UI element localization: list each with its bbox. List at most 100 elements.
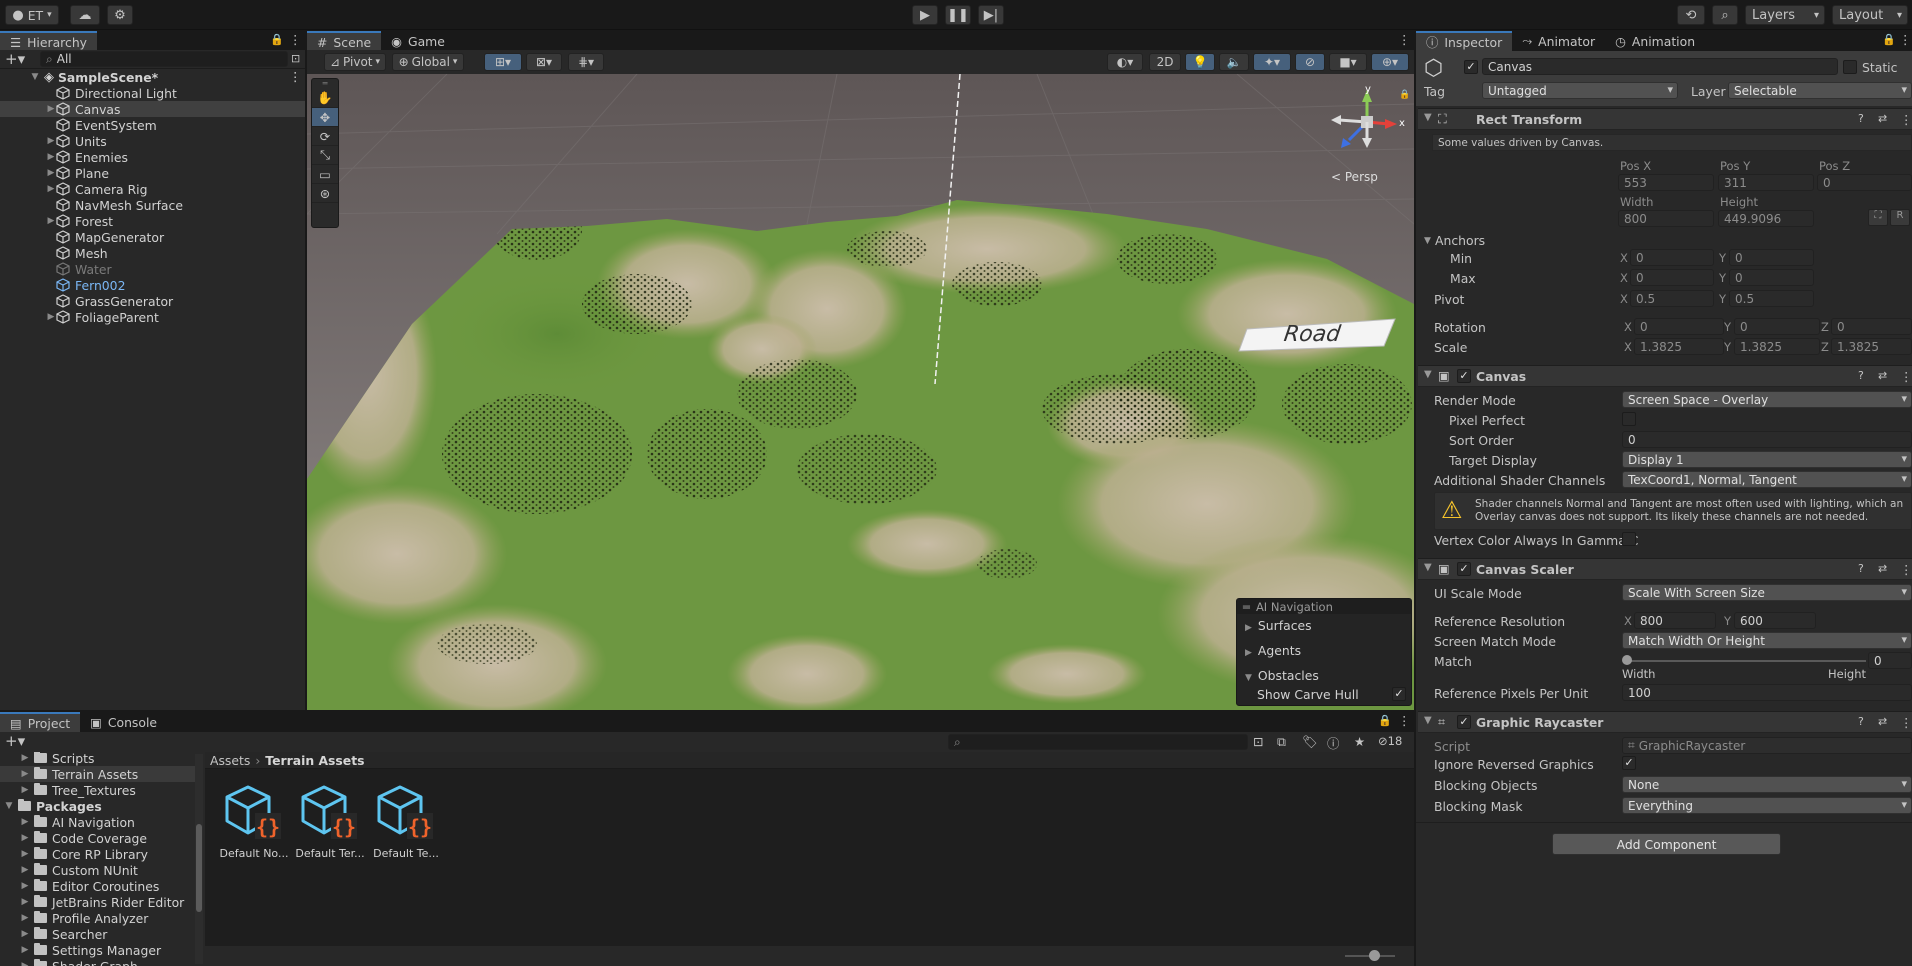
tag-dropdown[interactable]: Untagged: [1482, 82, 1678, 99]
asset-tile[interactable]: {} Default Ter...: [294, 783, 366, 860]
add-icon[interactable]: +▾: [5, 732, 25, 750]
camera-dropdown[interactable]: ■▾: [1329, 53, 1367, 71]
layout-dropdown[interactable]: Layout ▾: [1832, 5, 1908, 25]
tab-animator[interactable]: ⤳ Animator: [1512, 31, 1605, 51]
chevron-right-icon[interactable]: ▶: [46, 216, 56, 226]
project-folder-item[interactable]: ▶ Settings Manager: [0, 942, 195, 958]
info-icon[interactable]: ⓘ: [1327, 734, 1339, 752]
hierarchy-item[interactable]: ▶ Forest: [0, 213, 305, 229]
kebab-menu-icon[interactable]: ⋮: [1398, 713, 1410, 728]
scale-y-field[interactable]: 1.3825: [1734, 338, 1820, 355]
hierarchy-item[interactable]: NavMesh Surface: [0, 197, 305, 213]
blocking-mask-dropdown[interactable]: Everything: [1622, 797, 1912, 814]
history-button[interactable]: ⟲: [1677, 5, 1705, 25]
preset-icon[interactable]: ⇄: [1878, 369, 1887, 382]
play-button[interactable]: ▶: [912, 5, 938, 25]
scrollbar-thumb[interactable]: [196, 824, 202, 912]
script-field[interactable]: ⌗ GraphicRaycaster: [1622, 737, 1912, 754]
grid-snap-button[interactable]: ⊞▾: [484, 53, 522, 71]
project-folder-item[interactable]: ▼ Packages: [0, 798, 195, 814]
ignore-reversed-checkbox[interactable]: ✓: [1622, 756, 1636, 770]
snap-increment-button[interactable]: ⊠▾: [526, 53, 562, 71]
rotation-x-field[interactable]: 0: [1634, 318, 1724, 335]
canvas-scaler-header[interactable]: ▼ ▣ ✓ Canvas Scaler ? ⇄ ⋮: [1418, 558, 1912, 580]
cloud-button[interactable]: ☁: [70, 5, 100, 25]
chevron-right-icon[interactable]: ▶: [20, 833, 30, 843]
gizmos-dropdown[interactable]: ⊕▾: [1371, 53, 1409, 71]
star-icon[interactable]: ★: [1354, 734, 1365, 749]
project-folder-item[interactable]: ▶ Scripts: [0, 752, 195, 766]
reference-y-field[interactable]: 600: [1734, 612, 1816, 629]
canvas-enabled-checkbox[interactable]: ✓: [1457, 369, 1471, 383]
raycaster-enabled-checkbox[interactable]: ✓: [1457, 715, 1471, 729]
tab-game[interactable]: ◉ Game: [381, 31, 455, 51]
overlay-header[interactable]: ═ AI Navigation: [1237, 599, 1411, 614]
hierarchy-item[interactable]: MapGenerator: [0, 229, 305, 245]
chevron-right-icon[interactable]: ▶: [20, 753, 30, 763]
object-name-field[interactable]: Canvas: [1482, 58, 1838, 75]
tab-scene[interactable]: # Scene: [307, 31, 382, 51]
hidden-packages-toggle[interactable]: ⊘18: [1378, 734, 1402, 748]
effects-dropdown[interactable]: ✦▾: [1253, 53, 1291, 71]
pivot-x-field[interactable]: 0.5: [1630, 290, 1714, 307]
preset-icon[interactable]: ⇄: [1878, 562, 1887, 575]
match-slider-thumb[interactable]: [1622, 655, 1632, 665]
overlay-agents[interactable]: ▶ Agents: [1245, 643, 1301, 658]
project-folder-item[interactable]: ▶ Code Coverage: [0, 830, 195, 846]
posx-field[interactable]: 553: [1618, 174, 1714, 191]
filter-label-icon[interactable]: ⧉: [1277, 734, 1286, 750]
project-folder-item[interactable]: ▶ Core RP Library: [0, 846, 195, 862]
kebab-menu-icon[interactable]: ⋮: [1900, 369, 1912, 384]
hierarchy-item[interactable]: Directional Light: [0, 85, 305, 101]
anchor-max-y-field[interactable]: 0: [1729, 269, 1814, 286]
chevron-right-icon[interactable]: ▶: [46, 152, 56, 162]
project-folder-item[interactable]: ▶ Tree_Textures: [0, 782, 195, 798]
shading-mode-button[interactable]: ◐▾: [1107, 53, 1143, 71]
search-button[interactable]: ⌕: [1712, 5, 1738, 25]
anchor-max-x-field[interactable]: 0: [1630, 269, 1714, 286]
lock-icon[interactable]: 🔒: [270, 33, 284, 46]
kebab-menu-icon[interactable]: ⋮: [1900, 715, 1912, 730]
kebab-menu-icon[interactable]: ⋮: [1900, 562, 1912, 577]
chevron-right-icon[interactable]: ▶: [46, 104, 56, 114]
rect-transform-header[interactable]: ▼ ⛶ Rect Transform ? ⇄ ⋮: [1418, 108, 1912, 130]
hierarchy-item[interactable]: ▶ Units: [0, 133, 305, 149]
active-checkbox[interactable]: ✓: [1464, 60, 1478, 74]
raw-edit-button[interactable]: R: [1890, 209, 1910, 226]
tab-project[interactable]: ▤ Project: [0, 712, 81, 732]
2d-toggle-button[interactable]: 2D: [1149, 53, 1181, 71]
chevron-right-icon[interactable]: ▶: [46, 184, 56, 194]
rotation-y-field[interactable]: 0: [1734, 318, 1820, 335]
scale-tool[interactable]: ⤡: [312, 146, 338, 165]
chevron-right-icon[interactable]: ▶: [20, 913, 30, 923]
hierarchy-item[interactable]: Mesh: [0, 245, 305, 261]
kebab-menu-icon[interactable]: ⋮: [289, 32, 301, 47]
project-folder-item[interactable]: ▶ Profile Analyzer: [0, 910, 195, 926]
match-value-field[interactable]: 0: [1868, 652, 1912, 669]
match-slider-track[interactable]: [1626, 660, 1866, 662]
rect-tool[interactable]: ▭: [312, 165, 338, 184]
hierarchy-item[interactable]: ▶ Canvas: [0, 101, 305, 117]
breadcrumb-assets[interactable]: Assets: [210, 753, 250, 768]
chevron-down-icon[interactable]: ▼: [1424, 236, 1431, 246]
pause-button[interactable]: ❚❚: [945, 5, 971, 25]
posy-field[interactable]: 311: [1718, 174, 1814, 191]
kebab-menu-icon[interactable]: ⋮: [289, 69, 301, 84]
help-icon[interactable]: ?: [1858, 715, 1864, 728]
pixel-perfect-checkbox[interactable]: [1622, 412, 1636, 426]
hierarchy-search-input[interactable]: ⌕ All: [40, 51, 288, 67]
help-icon[interactable]: ?: [1858, 112, 1864, 125]
account-dropdown[interactable]: ● ET ▾: [5, 5, 59, 25]
drag-handle-icon[interactable]: ═: [312, 79, 338, 89]
chevron-right-icon[interactable]: ▶: [46, 168, 56, 178]
orientation-gizmo[interactable]: y x 🔒: [1319, 84, 1410, 164]
scene-viewport[interactable]: Road ═ ✋ ✥ ⟳ ⤡ ▭ ⊛ y x 🔒 < Persp ═AI Na: [307, 74, 1414, 710]
lock-icon[interactable]: 🔒: [1399, 90, 1410, 100]
project-folder-item[interactable]: ▶ JetBrains Rider Editor: [0, 894, 195, 910]
collab-button[interactable]: ⚙: [107, 5, 133, 25]
pivot-y-field[interactable]: 0.5: [1729, 290, 1814, 307]
shader-channels-dropdown[interactable]: TexCoord1, Normal, Tangent: [1622, 471, 1912, 488]
help-icon[interactable]: ?: [1858, 369, 1864, 382]
canvas-component-header[interactable]: ▼ ▣ ✓ Canvas ? ⇄ ⋮: [1418, 365, 1912, 387]
chevron-right-icon[interactable]: ▶: [20, 961, 30, 966]
